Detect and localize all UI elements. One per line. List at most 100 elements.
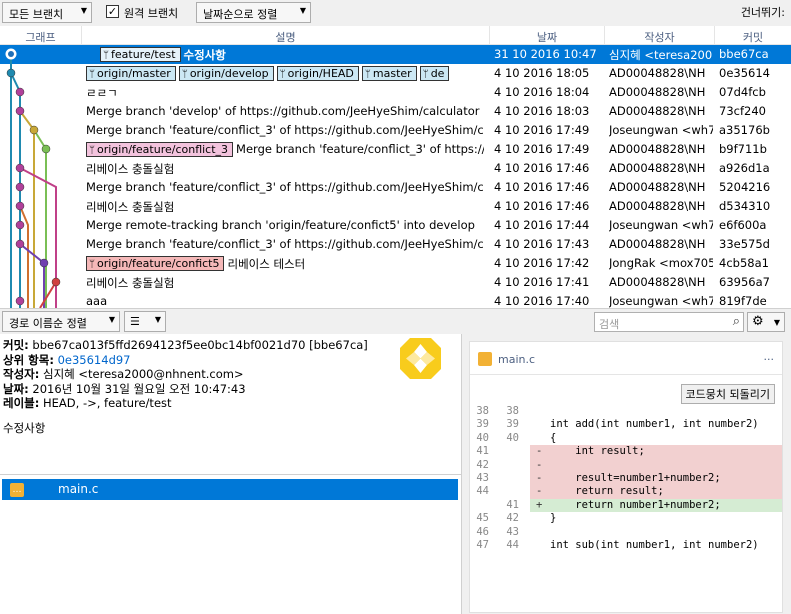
commit-row[interactable]: ᛘ feature/test 수정사항 31 10 2016 10:47 심지혜 <te… xyxy=(0,45,791,64)
more-options-button[interactable]: ... xyxy=(764,350,775,363)
column-header-description[interactable]: 설명 xyxy=(82,26,490,45)
new-line-number: 38 xyxy=(506,405,519,417)
date-label: 날짜: xyxy=(3,381,29,396)
branch-tag[interactable]: ᛘ origin/feature/confict5 xyxy=(86,256,225,271)
chevron-down-icon: ▼ xyxy=(773,318,780,327)
diff-line-text: return result; xyxy=(550,485,664,498)
chevron-down-icon: ▼ xyxy=(154,315,161,324)
commit-row[interactable]: Merge branch 'feature/conflict_3' of htt… xyxy=(0,121,791,140)
column-header-date[interactable]: 날짜 xyxy=(490,26,605,45)
commit-date: 4 10 2016 17:46 xyxy=(494,199,590,213)
branch-filter-dropdown[interactable]: 모든 브랜치 ▼ xyxy=(2,2,92,23)
diff-marker: - xyxy=(536,485,543,498)
commit-row[interactable]: aaa 4 10 2016 17:40 Joseungwan <wh7 819f7de xyxy=(0,292,791,308)
diff-line-text: int add(int number1, int number2) xyxy=(550,418,759,431)
branch-tag[interactable]: ᛘ origin/feature/conflict_3 xyxy=(86,142,234,157)
path-sort-dropdown[interactable]: 경로 이름순 정렬 ▼ xyxy=(2,311,120,332)
branch-tag[interactable]: ᛘ master xyxy=(361,66,417,81)
list-icon: ☰ xyxy=(130,315,140,328)
diff-line-context[interactable]: 45 42} xyxy=(470,512,782,525)
commit-list-header: 그래프 설명 날짜 작성자 커밋 xyxy=(0,26,791,45)
file-modified-icon: … xyxy=(10,483,24,497)
top-toolbar: 모든 브랜치 ▼ ✓ 원격 브랜치 날짜순으로 정렬 ▼ 건너뛰기: xyxy=(0,0,791,26)
diff-line-removed[interactable]: 42 - xyxy=(470,458,782,472)
commit-description: ᛘ feature/test 수정사항 xyxy=(100,47,498,63)
diff-line-text: int sub(int number1, int number2) xyxy=(550,538,759,551)
commit-row[interactable]: 리베이스 충돌실험 4 10 2016 17:46 AD00048828\NH a92… xyxy=(0,159,791,178)
column-header-commit[interactable]: 커밋 xyxy=(715,26,791,45)
commit-message-text: 리베이스 테스터 xyxy=(227,257,306,271)
commit-row[interactable]: Merge branch 'feature/conflict_3' of htt… xyxy=(0,178,791,197)
column-header-graph[interactable]: 그래프 xyxy=(0,26,82,45)
commit-row[interactable]: 리베이스 충돌실험 4 10 2016 17:46 AD00048828\NH d53… xyxy=(0,197,791,216)
search-icon: ⌕ xyxy=(732,314,740,329)
file-row[interactable]: … main.c xyxy=(2,479,458,500)
branch-icon: ᛘ xyxy=(89,145,95,156)
commit-hash: 0e35614 xyxy=(719,66,770,80)
branch-tag[interactable]: ᛘ origin/master xyxy=(86,66,176,81)
diff-line-context[interactable]: 39 39 int add(int number1, int number2) xyxy=(470,418,782,431)
diff-marker: - xyxy=(536,458,543,471)
commit-message-text: Merge branch 'feature/conflict_3' of htt… xyxy=(236,142,484,156)
new-line-number: 41 xyxy=(506,498,519,511)
commit-date: 4 10 2016 17:44 xyxy=(494,218,590,232)
diff-line-context[interactable]: 38 38 xyxy=(470,405,782,418)
settings-button[interactable]: ⚙ ▼ xyxy=(747,312,785,332)
commit-description: Merge branch 'develop' of https://github… xyxy=(86,104,484,118)
new-line-number: 43 xyxy=(506,525,519,538)
commit-hash: a926d1a xyxy=(719,161,770,175)
diff-line-removed[interactable]: 44 - return result; xyxy=(470,485,782,499)
remote-branches-checkbox[interactable]: ✓ xyxy=(106,5,119,18)
branch-icon: ᛘ xyxy=(89,69,95,80)
commit-row[interactable]: ᛘ origin/feature/conflict_3 Merge branch '… xyxy=(0,140,791,159)
sort-dropdown[interactable]: 날짜순으로 정렬 ▼ xyxy=(196,2,311,23)
branch-tag[interactable]: ᛘ origin/HEAD xyxy=(276,66,359,81)
commit-date: 4 10 2016 17:42 xyxy=(494,256,590,270)
commit-row[interactable]: Merge branch 'feature/conflict_3' of htt… xyxy=(0,235,791,254)
commit-date: 4 10 2016 17:46 xyxy=(494,180,590,194)
commit-row[interactable]: ᛘ origin/feature/confict5 리베이스 테스터 4 10 201… xyxy=(0,254,791,273)
diff-line-context[interactable]: 40 40 { xyxy=(470,432,782,445)
old-line-number: 44 xyxy=(476,485,489,498)
commit-date: 4 10 2016 17:49 xyxy=(494,123,590,137)
diff-hunk: main.c ... 코드뭉치 되돌리기 38 38 39 39 int add(int… xyxy=(469,341,783,613)
commit-hash: 73cf240 xyxy=(719,104,766,118)
parent-label: 상위 항목: xyxy=(3,352,54,367)
branch-tag[interactable]: ᛘ de xyxy=(419,66,450,81)
diff-line-context[interactable]: 47 44 int sub(int number1, int number2) xyxy=(470,539,782,552)
commit-date: 4 10 2016 17:41 xyxy=(494,275,590,289)
diff-line-text: } xyxy=(550,512,557,525)
commit-author: AD00048828\NH xyxy=(609,275,706,289)
search-input[interactable]: 검색 ⌕ xyxy=(594,312,744,332)
branch-icon: ᛘ xyxy=(279,69,286,80)
commit-message-text: 리베이스 충돌실험 xyxy=(86,200,175,214)
commit-author: AD00048828\NH xyxy=(609,199,706,213)
commit-date: 4 10 2016 18:03 xyxy=(494,104,590,118)
commit-row[interactable]: ᛘ origin/master ᛘ origin/develop ᛘ origin/HEA… xyxy=(0,64,791,83)
diff-line-removed[interactable]: 43 - result=number1+number2; xyxy=(470,471,782,486)
commit-row[interactable]: 리베이스 충돌실험 4 10 2016 17:41 AD00048828\NH 639… xyxy=(0,273,791,292)
commit-row[interactable]: Merge branch 'develop' of https://github… xyxy=(0,102,791,121)
commit-hash: e6f600a xyxy=(719,218,767,232)
commit-hash: 33e575d xyxy=(719,237,770,251)
commit-message-text: 리베이스 충돌실험 xyxy=(86,276,175,290)
commit-message-text: Merge branch 'develop' of https://github… xyxy=(86,104,484,118)
diff-line-context[interactable]: 46 43 xyxy=(470,526,782,539)
branch-tag[interactable]: ᛘ origin/develop xyxy=(178,66,274,81)
diff-line-text: { xyxy=(550,431,557,444)
search-placeholder: 검색 xyxy=(599,318,620,331)
revert-hunk-button[interactable]: 코드뭉치 되돌리기 xyxy=(680,384,775,404)
diff-line-added[interactable]: 41 + return number1+number2; xyxy=(470,498,782,513)
commit-author: JongRak <mox705 xyxy=(609,256,713,270)
diff-line-removed[interactable]: 41 - int result; xyxy=(470,445,782,459)
parent-link[interactable]: 0e35614d97 xyxy=(58,353,131,367)
commit-row[interactable]: Merge remote-tracking branch 'origin/fea… xyxy=(0,216,791,235)
commit-row[interactable]: ㄹㄹㄱ 4 10 2016 18:04 AD00048828\NH 07d4fcb xyxy=(0,83,791,102)
column-header-author[interactable]: 작성자 xyxy=(605,26,715,45)
view-mode-dropdown[interactable]: ☰ ▼ xyxy=(124,311,166,332)
branch-tag[interactable]: ᛘ feature/test xyxy=(100,47,181,62)
commit-graph xyxy=(5,48,61,308)
path-sort-label: 경로 이름순 정렬 xyxy=(9,317,87,330)
commit-description: aaa xyxy=(86,294,484,308)
old-line-number: 39 xyxy=(476,418,489,431)
